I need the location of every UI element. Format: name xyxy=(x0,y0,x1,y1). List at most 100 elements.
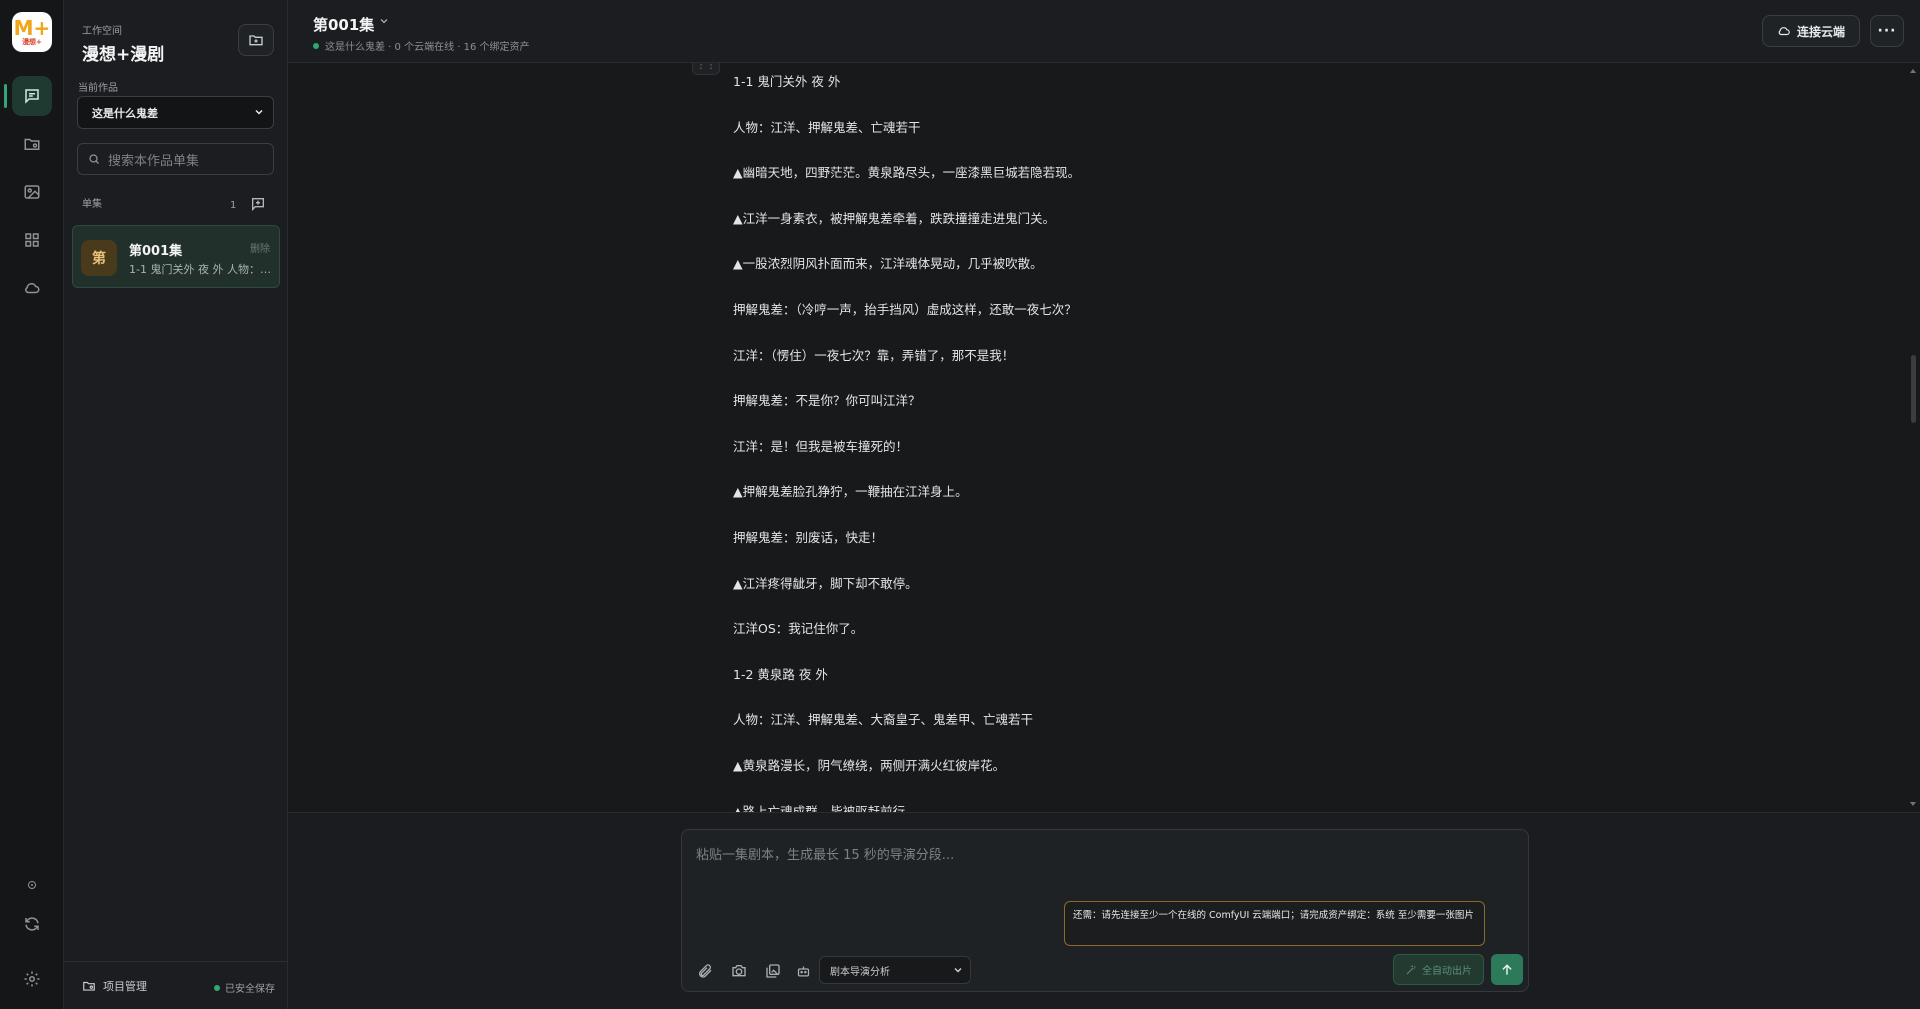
vertical-scrollbar[interactable] xyxy=(1910,67,1918,808)
composer: 剧本导演分析 还需：请先连接至少一个在线的 ComfyUI 云端端口；请完成资产… xyxy=(681,829,1529,992)
chevron-down-icon xyxy=(255,109,263,115)
analysis-mode-value: 剧本导演分析 xyxy=(830,966,890,978)
episode-preview: 1-1 鬼门关外 夜 外 人物：江洋、押解鬼差、亡魂若干 xyxy=(129,263,271,276)
script-line: ▲江洋一身素衣，被押解鬼差牵着，跌跌撞撞走进鬼门关。 xyxy=(733,210,1056,226)
camera-icon xyxy=(732,965,746,977)
requirements-tooltip: 还需：请先连接至少一个在线的 ComfyUI 云端端口；请完成资产绑定：系统 至… xyxy=(1064,901,1485,946)
cloud-icon xyxy=(1778,27,1790,36)
episode-status: 这是什么鬼差 · 0 个云端在线 · 16 个绑定资产 xyxy=(313,38,530,53)
episode-status-text: 这是什么鬼差 · 0 个云端在线 · 16 个绑定资产 xyxy=(325,42,530,53)
search-icon xyxy=(89,154,99,164)
rail-refresh-button[interactable] xyxy=(12,904,52,944)
chevron-down-icon xyxy=(954,967,962,973)
script-line: ▲一股浓烈阴风扑面而来，江洋魂体晃动，几乎被吹散。 xyxy=(733,256,1043,272)
script-line: ▲幽暗天地，四野茫茫。黄泉路尽头，一座漆黑巨城若隐若现。 xyxy=(733,165,1081,181)
sidebar-footer: 项目管理 已安全保存 xyxy=(64,961,288,1009)
images-button[interactable] xyxy=(762,960,784,982)
workspace-label: 工作空间 xyxy=(82,26,122,37)
cloud-icon xyxy=(25,282,40,294)
camera-button[interactable] xyxy=(728,960,750,982)
save-status-label: 已安全保存 xyxy=(225,984,275,995)
script-line: ▲黄泉路漫长，阴气缭绕，两侧开满火红彼岸花。 xyxy=(733,757,1006,773)
rail-grid-button[interactable] xyxy=(12,220,52,260)
images-icon xyxy=(766,964,780,978)
episode-delete-button[interactable]: 删除 xyxy=(250,240,270,255)
script-viewer[interactable]: ⋮⋮ 1-1 鬼门关外 夜 外人物：江洋、押解鬼差、亡魂若干 ▲幽暗天地，四野茫茫… xyxy=(288,63,1920,812)
scroll-down-arrow-icon[interactable] xyxy=(1910,802,1916,806)
rail-active-indicator xyxy=(4,84,7,108)
project-select-value: 这是什么鬼差 xyxy=(92,106,158,120)
script-line: 押解鬼差：不是你？你可叫江洋？ xyxy=(733,393,921,409)
search-placeholder: 搜索本作品单集 xyxy=(108,153,200,169)
sidebar: 工作空间 漫想+漫剧 当前作品 这是什么鬼差 搜索本作品单集 单集 1 第 第0… xyxy=(64,0,288,1009)
chevron-down-icon[interactable] xyxy=(378,15,390,27)
composer-area: 剧本导演分析 还需：请先连接至少一个在线的 ComfyUI 云端端口；请完成资产… xyxy=(288,812,1920,1009)
analysis-mode-select[interactable]: 剧本导演分析 xyxy=(819,956,971,984)
settings-icon xyxy=(24,971,40,987)
robot-icon xyxy=(797,966,809,976)
rail-settings-button[interactable] xyxy=(12,959,52,999)
auto-generate-label: 全自动出片 xyxy=(1422,966,1472,977)
app-logo[interactable]: M+ 漫想+ xyxy=(12,12,52,52)
folder-settings-icon xyxy=(83,981,95,991)
new-folder-button[interactable] xyxy=(238,24,274,56)
script-line: 押解鬼差：（冷哼一声，抬手挡风）虚成这样，还敢一夜七次？ xyxy=(733,301,1077,317)
robot-button[interactable] xyxy=(792,960,814,982)
rail-cloud-button[interactable] xyxy=(12,268,52,308)
logo-mark: M+ xyxy=(13,16,51,40)
rail-assets-button[interactable] xyxy=(12,124,52,164)
workspace-name: 漫想+漫剧 xyxy=(82,45,165,65)
script-line: 1-2 黄泉路 夜 外 xyxy=(733,666,828,682)
add-episode-button[interactable] xyxy=(250,196,268,212)
chat-icon xyxy=(25,89,39,104)
magic-wand-icon xyxy=(1406,965,1416,974)
connect-cloud-button[interactable]: 连接云端 xyxy=(1762,15,1860,47)
send-button[interactable] xyxy=(1491,954,1523,985)
icon-rail: M+ 漫想+ xyxy=(0,0,64,1009)
attach-button[interactable] xyxy=(694,960,716,982)
online-dot-icon xyxy=(313,42,319,49)
refresh-icon xyxy=(25,917,39,931)
episode-search-input[interactable]: 搜索本作品单集 xyxy=(77,143,274,175)
connect-cloud-label: 连接云端 xyxy=(1796,24,1845,39)
status-dot-icon xyxy=(28,881,36,889)
add-message-icon xyxy=(252,198,264,211)
saved-dot-icon xyxy=(214,984,220,991)
grid-icon xyxy=(25,233,39,247)
project-management-label: 项目管理 xyxy=(103,980,147,993)
more-options-button[interactable]: ··· xyxy=(1870,15,1904,47)
script-line: 江洋OS：我记住你了。 xyxy=(733,621,864,637)
folder-plus-icon xyxy=(249,35,263,46)
script-line: 人物：江洋、押解鬼差、大裔皇子、鬼差甲、亡魂若干 xyxy=(733,712,1034,728)
episode-switcher[interactable]: 第001集 xyxy=(313,14,374,35)
rail-chat-button[interactable] xyxy=(12,76,52,116)
episode-header: 第001集 这是什么鬼差 · 0 个云端在线 · 16 个绑定资产 连接云端 ·… xyxy=(288,0,1920,63)
script-line: 江洋：是！但我是被车撞死的！ xyxy=(733,438,909,454)
auto-generate-button[interactable]: 全自动出片 xyxy=(1393,954,1484,985)
script-line: ▲江洋疼得龇牙，脚下却不敢停。 xyxy=(733,575,918,591)
collapse-handle-icon[interactable]: ⋮⋮ xyxy=(692,63,720,75)
paperclip-icon xyxy=(699,964,712,978)
project-select[interactable]: 这是什么鬼差 xyxy=(77,96,274,129)
script-line: 1-1 鬼门关外 夜 外 xyxy=(733,74,841,89)
script-line: ▲路上亡魂成群，皆被驱赶前行。 xyxy=(733,803,918,813)
script-line: 押解鬼差：别废话，快走！ xyxy=(733,529,884,545)
script-line: 人物：江洋、押解鬼差、亡魂若干 xyxy=(733,119,921,135)
episode-avatar: 第 xyxy=(81,240,117,276)
script-line: ▲押解鬼差脸孔狰狞，一鞭抽在江洋身上。 xyxy=(733,484,968,500)
image-icon xyxy=(24,185,40,199)
app-root: M+ 漫想+ 工作空间 漫想+漫剧 当前作品 这是什么鬼差 搜索本作品单集 单集… xyxy=(0,0,1920,1009)
logo-subtext: 漫想+ xyxy=(22,38,42,46)
scrollbar-thumb[interactable] xyxy=(1911,355,1916,423)
episodes-section-label: 单集 xyxy=(82,199,102,210)
current-project-label: 当前作品 xyxy=(78,83,118,94)
scroll-up-arrow-icon[interactable] xyxy=(1910,69,1916,73)
folder-settings-icon xyxy=(24,138,40,150)
project-management-button[interactable]: 项目管理 xyxy=(82,978,147,994)
episode-item[interactable]: 第 第001集 删除 1-1 鬼门关外 夜 外 人物：江洋、押解鬼差、亡魂若干 xyxy=(72,225,280,288)
script-line: 江洋：（愣住）一夜七次？靠，弄错了，那不是我！ xyxy=(733,347,1015,363)
rail-images-button[interactable] xyxy=(12,172,52,212)
episodes-count: 1 xyxy=(230,200,237,211)
episode-title: 第001集 xyxy=(129,244,183,259)
arrow-up-icon xyxy=(1502,963,1512,975)
